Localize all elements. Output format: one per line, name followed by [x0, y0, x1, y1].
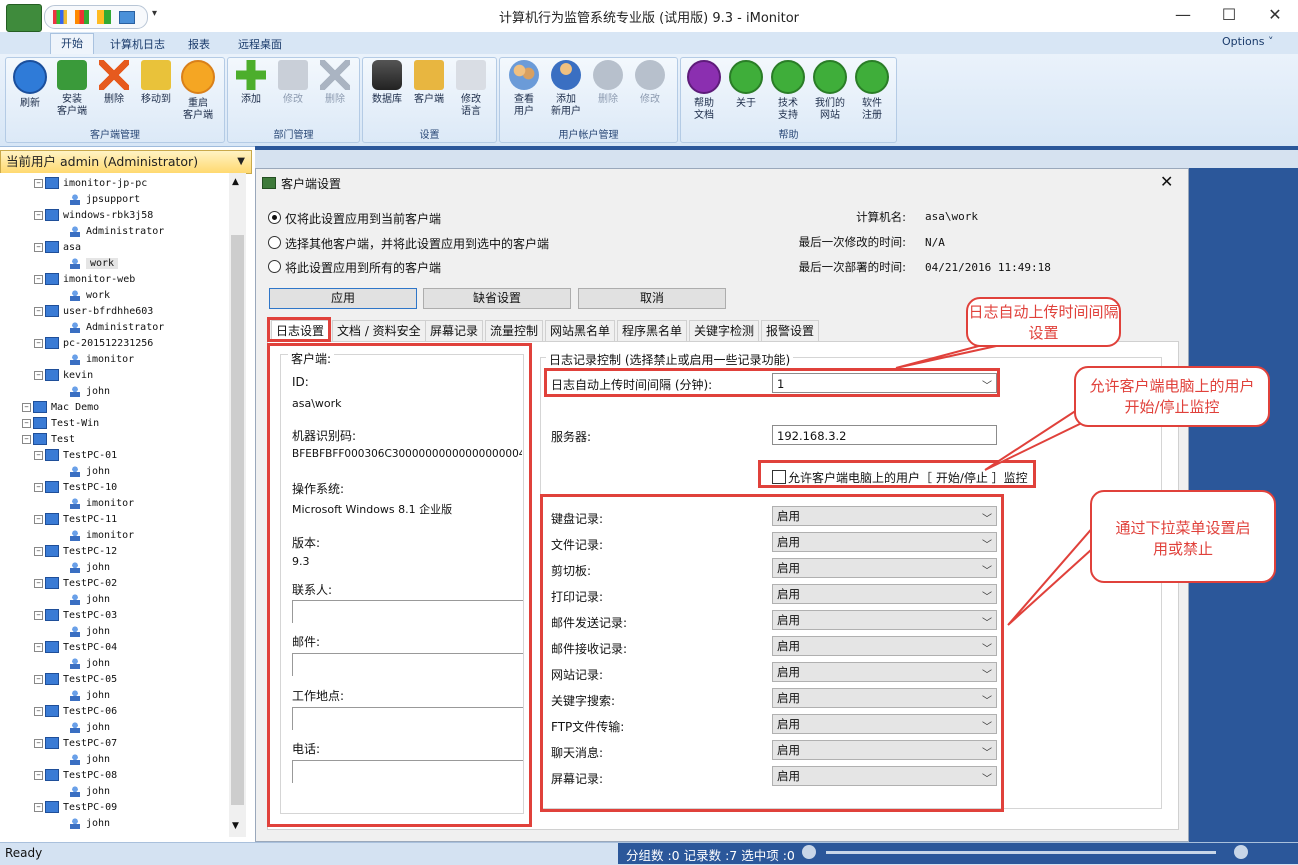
- pointer-dropdown: [1007, 523, 1104, 626]
- zoom-slider[interactable]: [826, 851, 1216, 854]
- callout-allow: 允许客户端电脑上的用户开始/停止监控: [1074, 366, 1270, 427]
- zoom-in-icon[interactable]: [1234, 845, 1248, 859]
- callout-pointers: [895, 342, 1104, 626]
- status-ready: Ready: [5, 846, 43, 860]
- callout-dropdown: 通过下拉菜单设置启用或禁止: [1090, 490, 1276, 583]
- status-counts: 分组数 :0 记录数 :7 选中项 :0: [626, 848, 795, 863]
- zoom-out-icon[interactable]: [802, 845, 816, 859]
- callout-interval: 日志自动上传时间间隔设置: [966, 297, 1121, 347]
